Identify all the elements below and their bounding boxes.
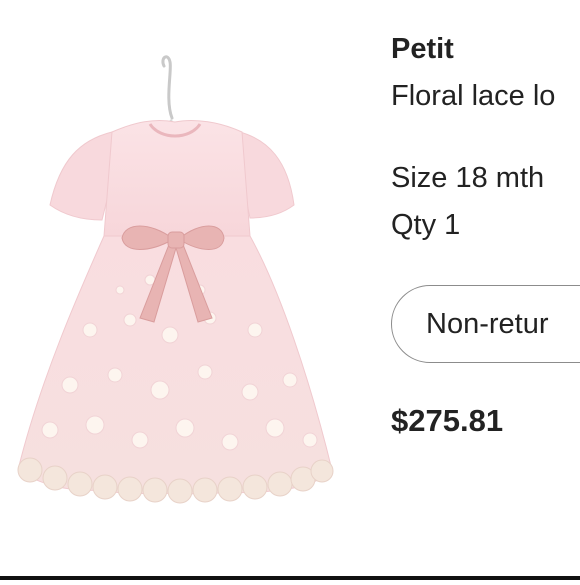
product-image[interactable] [0, 0, 370, 580]
product-name[interactable]: Floral lace lo [391, 80, 555, 113]
product-quantity: Qty 1 [391, 209, 461, 241]
product-size: Size 18 mth [391, 162, 545, 194]
dress-bodice [103, 119, 251, 237]
product-brand[interactable]: Petit [391, 33, 454, 66]
product-details: Petit Floral lace lo Size 18 mth Qty 1 N… [391, 0, 580, 580]
return-policy-badge: Non-retur [391, 285, 580, 363]
left-sleeve [49, 131, 113, 221]
return-policy-label: Non-retur [426, 307, 549, 340]
dress-skirt [17, 235, 333, 495]
bottom-divider [0, 576, 580, 580]
product-price: $275.81 [391, 403, 504, 438]
hanger [161, 55, 174, 128]
